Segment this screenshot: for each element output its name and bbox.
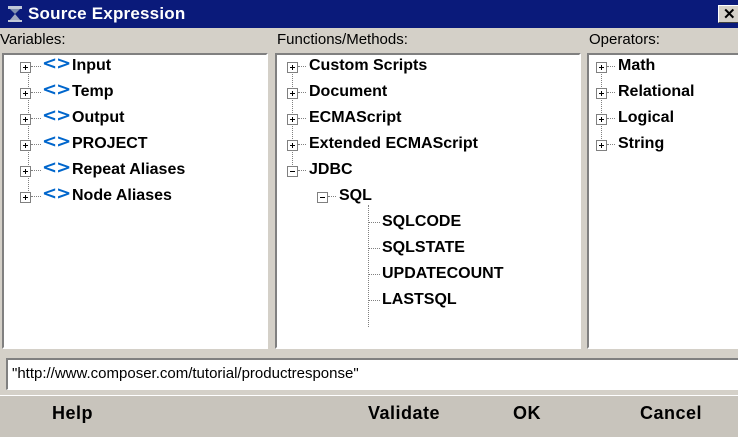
title-bar[interactable]: Source Expression ✕ (0, 0, 738, 28)
expand-icon[interactable] (596, 114, 607, 125)
ok-button[interactable]: OK (513, 403, 541, 424)
source-expression-dialog: Source Expression ✕ Variables: Functions… (0, 0, 738, 437)
tree-node-label: Temp (72, 83, 114, 100)
expand-icon[interactable] (287, 62, 298, 73)
tree-node-label: JDBC (309, 161, 353, 178)
expand-icon[interactable] (287, 140, 298, 151)
tree-node-label: UPDATECOUNT (382, 265, 504, 282)
tree-node-label: Extended ECMAScript (309, 135, 478, 152)
expand-icon[interactable] (20, 192, 31, 203)
tree-node-label: PROJECT (72, 135, 148, 152)
tree-node-label: SQLCODE (382, 213, 462, 230)
tree-node-label: SQL (339, 187, 372, 204)
expand-icon[interactable] (20, 166, 31, 177)
window-title: Source Expression (28, 4, 186, 23)
variables-label: Variables: (0, 31, 66, 48)
variable-icon: <> (42, 79, 71, 100)
cancel-button[interactable]: Cancel (640, 403, 702, 424)
tree-node-label: Logical (618, 109, 675, 126)
expression-input[interactable]: "http://www.composer.com/tutorial/produc… (6, 358, 738, 390)
variable-icon: <> (42, 53, 71, 74)
collapse-icon[interactable] (287, 166, 298, 177)
tree-node-label: Output (72, 109, 125, 126)
expand-icon[interactable] (20, 62, 31, 73)
tree-node-label: LASTSQL (382, 291, 457, 308)
tree-node-label: SQLSTATE (382, 239, 465, 256)
expand-icon[interactable] (20, 114, 31, 125)
expand-icon[interactable] (20, 140, 31, 151)
tree-node-label: Input (72, 57, 112, 74)
expand-icon[interactable] (596, 140, 607, 151)
expand-icon[interactable] (596, 88, 607, 99)
tree-node-label: Custom Scripts (309, 57, 428, 74)
functions-tree[interactable]: Custom Scripts Document ECMAScript Exten… (275, 53, 581, 349)
tree-node-label: Document (309, 83, 388, 100)
expand-icon[interactable] (287, 88, 298, 99)
variable-icon: <> (42, 131, 71, 152)
variable-icon: <> (42, 105, 71, 126)
tree-node-label: String (618, 135, 665, 152)
expand-icon[interactable] (287, 114, 298, 125)
tree-node-label: ECMAScript (309, 109, 402, 126)
validate-button[interactable]: Validate (368, 403, 440, 424)
variable-icon: <> (42, 157, 71, 178)
tree-node-label: Relational (618, 83, 695, 100)
composer-app-icon (8, 6, 22, 22)
tree-node-label: Repeat Aliases (72, 161, 186, 178)
close-button[interactable]: ✕ (718, 5, 738, 23)
operators-label: Operators: (589, 31, 660, 48)
help-button[interactable]: Help (52, 403, 93, 424)
tree-node-label: Math (618, 57, 656, 74)
collapse-icon[interactable] (317, 192, 328, 203)
functions-label: Functions/Methods: (277, 31, 408, 48)
variable-icon: <> (42, 183, 71, 204)
tree-node-label: Node Aliases (72, 187, 172, 204)
operators-tree[interactable]: Math Relational Logical String (587, 53, 738, 349)
expand-icon[interactable] (20, 88, 31, 99)
variables-tree[interactable]: <> Input <> Temp <> Output <> PROJECT <>… (2, 53, 268, 349)
expand-icon[interactable] (596, 62, 607, 73)
